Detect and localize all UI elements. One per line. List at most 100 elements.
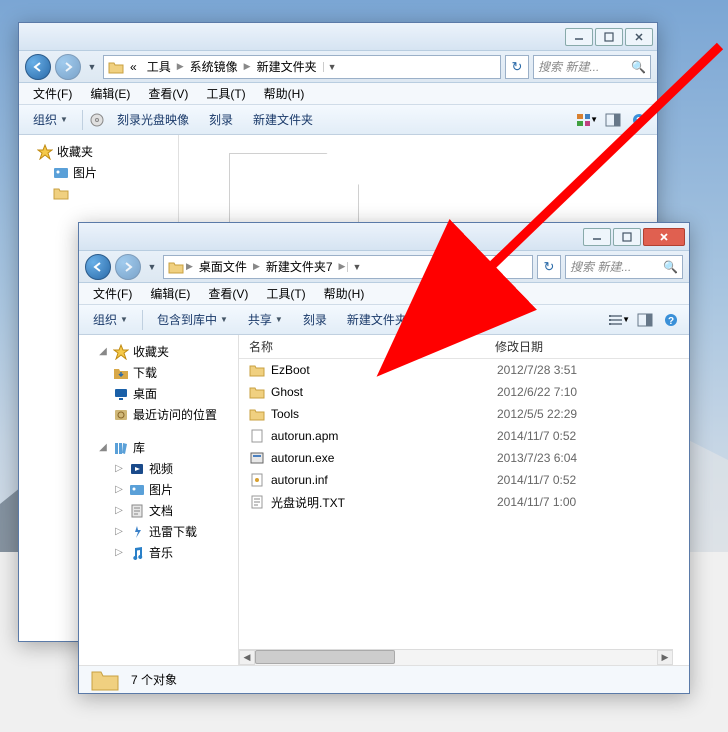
scroll-right-arrow[interactable]: ▶ xyxy=(657,650,673,665)
view-mode-button[interactable]: ▼ xyxy=(575,109,599,131)
close-button[interactable] xyxy=(643,228,685,246)
column-name[interactable]: 名称 xyxy=(239,338,489,355)
sidebar-item-recent[interactable]: 最近访问的位置 xyxy=(79,404,238,425)
menu-help[interactable]: 帮助(H) xyxy=(316,283,373,304)
expand-icon[interactable]: ▷ xyxy=(113,526,125,537)
share-button[interactable]: 共享▼ xyxy=(240,308,291,331)
desktop-label: 桌面 xyxy=(133,385,157,402)
menu-edit[interactable]: 编辑(E) xyxy=(142,283,198,304)
new-folder-button[interactable]: 新建文件夹 xyxy=(339,308,415,331)
breadcrumb-item[interactable]: 工具 xyxy=(143,56,175,77)
preview-pane-button[interactable] xyxy=(633,309,657,331)
burn-button[interactable]: 刻录 xyxy=(295,308,335,331)
menu-edit[interactable]: 编辑(E) xyxy=(82,83,138,104)
breadcrumb-item[interactable]: 新建文件夹 xyxy=(253,56,321,77)
minimize-button[interactable] xyxy=(565,28,593,46)
breadcrumb-item[interactable]: 新建文件夹7 xyxy=(262,256,337,277)
menu-help[interactable]: 帮助(H) xyxy=(256,83,313,104)
help-button[interactable]: ? xyxy=(627,109,651,131)
close-button[interactable] xyxy=(625,28,653,46)
star-icon xyxy=(113,344,129,360)
sidebar-item[interactable] xyxy=(19,183,178,203)
scroll-left-arrow[interactable]: ◀ xyxy=(239,650,255,665)
nav-history-dropdown[interactable]: ▼ xyxy=(85,62,99,72)
expand-icon[interactable]: ▷ xyxy=(113,463,125,474)
maximize-button[interactable] xyxy=(613,228,641,246)
scroll-thumb[interactable] xyxy=(255,650,395,664)
breadcrumb-item[interactable]: 桌面文件 xyxy=(195,256,251,277)
new-folder-button[interactable]: 新建文件夹 xyxy=(245,108,321,131)
menu-view[interactable]: 查看(V) xyxy=(200,283,256,304)
forward-button[interactable] xyxy=(55,54,81,80)
breadcrumb-prefix[interactable]: « xyxy=(126,58,141,76)
breadcrumb-dropdown[interactable]: ▼ xyxy=(347,262,365,272)
scroll-track[interactable] xyxy=(255,650,657,665)
menu-tools[interactable]: 工具(T) xyxy=(198,83,253,104)
sidebar-favorites[interactable]: ◢ 收藏夹 xyxy=(79,341,238,362)
help-button[interactable]: ? xyxy=(659,309,683,331)
column-modified[interactable]: 修改日期 xyxy=(489,338,689,355)
expand-icon[interactable]: ▷ xyxy=(113,547,125,558)
search-icon[interactable]: 🔍 xyxy=(631,60,646,74)
desktop-icon xyxy=(113,386,129,402)
breadcrumb-item[interactable]: 系统镜像 xyxy=(186,56,242,77)
content-pane[interactable]: 名称 修改日期 EzBoot2012/7/28 3:51Ghost2012/6/… xyxy=(239,335,689,665)
burn-button[interactable]: 刻录 xyxy=(201,108,241,131)
minimize-button[interactable] xyxy=(583,228,611,246)
preview-pane-button[interactable] xyxy=(601,109,625,131)
sidebar-item-desktop[interactable]: 桌面 xyxy=(79,383,238,404)
breadcrumb[interactable]: « 工具 ▶ 系统镜像 ▶ 新建文件夹 ▼ xyxy=(103,55,501,79)
sidebar-item-documents[interactable]: ▷ 文档 xyxy=(79,500,238,521)
menu-file[interactable]: 文件(F) xyxy=(25,83,80,104)
forward-button[interactable] xyxy=(115,254,141,280)
expand-icon[interactable]: ▷ xyxy=(113,505,125,516)
collapse-icon[interactable]: ◢ xyxy=(97,442,109,453)
file-row[interactable]: 光盘说明.TXT2014/11/7 1:00 xyxy=(239,491,689,513)
menu-file[interactable]: 文件(F) xyxy=(85,283,140,304)
sidebar-libraries[interactable]: ◢ 库 xyxy=(79,437,238,458)
back-button[interactable] xyxy=(85,254,111,280)
sidebar-favorites[interactable]: 收藏夹 xyxy=(19,141,178,162)
libraries-label: 库 xyxy=(133,439,145,456)
sidebar-item-pictures[interactable]: ▷ 图片 xyxy=(79,479,238,500)
refresh-button[interactable]: ↻ xyxy=(537,255,561,279)
file-name: EzBoot xyxy=(271,363,497,377)
menu-tools[interactable]: 工具(T) xyxy=(258,283,313,304)
breadcrumb[interactable]: ▶ 桌面文件 ▶ 新建文件夹7 ▶ ▼ xyxy=(163,255,533,279)
organize-button[interactable]: 组织▼ xyxy=(85,308,136,331)
maximize-button[interactable] xyxy=(595,28,623,46)
breadcrumb-dropdown[interactable]: ▼ xyxy=(323,62,341,72)
expand-icon[interactable]: ▷ xyxy=(113,484,125,495)
titlebar[interactable] xyxy=(19,23,657,51)
file-row[interactable]: autorun.apm2014/11/7 0:52 xyxy=(239,425,689,447)
search-icon[interactable]: 🔍 xyxy=(663,260,678,274)
search-input[interactable]: 搜索 新建... 🔍 xyxy=(533,55,651,79)
view-mode-button[interactable]: ▼ xyxy=(607,309,631,331)
file-name: autorun.inf xyxy=(271,473,497,487)
sidebar-item-downloads[interactable]: 下载 xyxy=(79,362,238,383)
back-button[interactable] xyxy=(25,54,51,80)
titlebar[interactable] xyxy=(79,223,689,251)
file-row[interactable]: autorun.exe2013/7/23 6:04 xyxy=(239,447,689,469)
toolbar: 组织▼ 包含到库中▼ 共享▼ 刻录 新建文件夹 ▼ ? xyxy=(79,305,689,335)
sidebar-item-xunlei[interactable]: ▷ 迅雷下载 xyxy=(79,521,238,542)
burn-image-button[interactable]: 刻录光盘映像 xyxy=(109,108,197,131)
menu-view[interactable]: 查看(V) xyxy=(140,83,196,104)
refresh-button[interactable]: ↻ xyxy=(505,55,529,79)
pictures-label: 图片 xyxy=(73,164,97,181)
sidebar-item-videos[interactable]: ▷ 视频 xyxy=(79,458,238,479)
separator xyxy=(142,310,143,330)
search-input[interactable]: 搜索 新建... 🔍 xyxy=(565,255,683,279)
file-row[interactable]: Tools2012/5/5 22:29 xyxy=(239,403,689,425)
file-row[interactable]: EzBoot2012/7/28 3:51 xyxy=(239,359,689,381)
sidebar-item-pictures[interactable]: 图片 xyxy=(19,162,178,183)
collapse-icon[interactable]: ◢ xyxy=(97,346,109,357)
horizontal-scrollbar[interactable]: ◀ ▶ xyxy=(239,649,673,665)
file-row[interactable]: autorun.inf2014/11/7 0:52 xyxy=(239,469,689,491)
organize-button[interactable]: 组织▼ xyxy=(25,108,76,131)
include-library-button[interactable]: 包含到库中▼ xyxy=(149,308,236,331)
file-row[interactable]: Ghost2012/6/22 7:10 xyxy=(239,381,689,403)
separator xyxy=(82,110,83,130)
nav-history-dropdown[interactable]: ▼ xyxy=(145,262,159,272)
sidebar-item-music[interactable]: ▷ 音乐 xyxy=(79,542,238,563)
